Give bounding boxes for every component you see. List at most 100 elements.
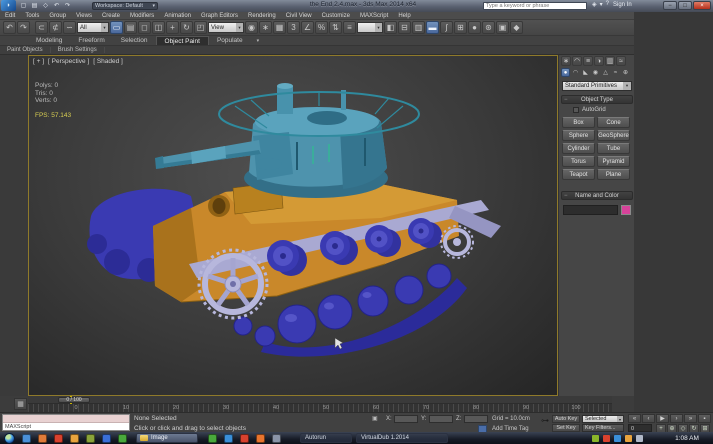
select-and-scale-icon[interactable]: ◰ bbox=[194, 21, 207, 34]
menu-maxscript[interactable]: MAXScript bbox=[355, 13, 393, 19]
key-filters-button[interactable]: Key Filters... bbox=[582, 424, 624, 432]
time-slider-track[interactable]: 0 / 100 bbox=[28, 396, 612, 404]
primitive-type-dropdown[interactable]: Standard Primitives▾ bbox=[562, 81, 632, 91]
plane-button[interactable]: Plane bbox=[597, 169, 630, 180]
help-icon[interactable]: ? bbox=[606, 1, 609, 8]
start-button[interactable] bbox=[4, 433, 15, 444]
ribbon-tab-populate[interactable]: Populate bbox=[209, 36, 251, 45]
application-menu-button[interactable]: ◗ bbox=[1, 0, 16, 11]
ribbon-tab-modeling[interactable]: Modeling bbox=[28, 36, 70, 45]
schematic-view-icon[interactable]: ⊞ bbox=[454, 21, 467, 34]
torus-button[interactable]: Torus bbox=[562, 156, 595, 167]
shapes-category-icon[interactable]: ◠ bbox=[571, 68, 580, 77]
cone-button[interactable]: Cone bbox=[597, 117, 630, 128]
sphere-button[interactable]: Sphere bbox=[562, 130, 595, 141]
menu-tools[interactable]: Tools bbox=[20, 13, 44, 19]
tray-icon[interactable] bbox=[603, 435, 610, 442]
select-and-move-icon[interactable]: + bbox=[166, 21, 179, 34]
use-pivot-center-icon[interactable]: ◉ bbox=[245, 21, 258, 34]
box-button[interactable]: Box bbox=[562, 117, 595, 128]
set-key-button[interactable]: Set Key bbox=[552, 424, 580, 432]
save-file-icon[interactable]: ◇ bbox=[41, 1, 50, 10]
updates-icon[interactable]: ▾ bbox=[600, 1, 603, 8]
taskbar-app-icon[interactable] bbox=[224, 434, 233, 443]
selection-lock-icon[interactable]: ▣ bbox=[372, 415, 381, 423]
workspace-dropdown[interactable]: Workspace: Default▾ bbox=[92, 2, 158, 10]
mirror-icon[interactable]: ◧ bbox=[384, 21, 397, 34]
new-scene-icon[interactable]: ▢ bbox=[19, 1, 28, 10]
reference-coordinate-dropdown[interactable]: View▾ bbox=[208, 22, 244, 33]
select-object-icon[interactable]: ▭ bbox=[110, 21, 123, 34]
menu-help[interactable]: Help bbox=[393, 13, 415, 19]
taskbar-app-icon[interactable] bbox=[22, 434, 31, 443]
redo-icon[interactable]: ↷ bbox=[63, 1, 72, 10]
menu-customize[interactable]: Customize bbox=[317, 13, 355, 19]
lights-category-icon[interactable]: ◣ bbox=[581, 68, 590, 77]
tank-model[interactable] bbox=[29, 56, 557, 395]
next-frame-icon[interactable]: › bbox=[670, 414, 683, 423]
material-editor-icon[interactable]: ● bbox=[468, 21, 481, 34]
object-type-rollout[interactable]: − Object Type bbox=[561, 95, 633, 104]
cameras-category-icon[interactable]: ◉ bbox=[591, 68, 600, 77]
current-frame-field[interactable]: 0 bbox=[628, 424, 652, 432]
taskbar-app-icon[interactable] bbox=[54, 434, 63, 443]
taskbar-app-icon[interactable] bbox=[208, 434, 217, 443]
motion-tab-icon[interactable]: ◑ bbox=[594, 56, 604, 66]
ribbon-minimize-icon[interactable]: ▾ bbox=[251, 36, 266, 45]
time-config-icon[interactable]: ▪ bbox=[698, 414, 711, 423]
macro-recorder-line[interactable] bbox=[3, 415, 129, 423]
snaps-toggle-icon[interactable]: 3 bbox=[287, 21, 300, 34]
viewport-view-menu[interactable]: [ Perspective ] bbox=[48, 58, 89, 65]
menu-modifiers[interactable]: Modifiers bbox=[125, 13, 159, 19]
autogrid-checkbox[interactable] bbox=[573, 107, 579, 113]
open-file-icon[interactable]: ▤ bbox=[30, 1, 39, 10]
taskbar-window-button[interactable]: Autorun bbox=[300, 433, 352, 443]
selection-filter-dropdown[interactable]: All▾ bbox=[77, 22, 109, 33]
taskbar-app-icon[interactable] bbox=[118, 434, 127, 443]
hierarchy-tab-icon[interactable]: ≡ bbox=[583, 56, 593, 66]
display-tab-icon[interactable]: ▥ bbox=[605, 56, 615, 66]
spinner-snap-icon[interactable]: ⇅ bbox=[329, 21, 342, 34]
systems-category-icon[interactable]: ⊕ bbox=[621, 68, 630, 77]
object-color-swatch[interactable] bbox=[621, 205, 631, 215]
menu-group[interactable]: Group bbox=[44, 13, 71, 19]
ribbon-tab-object-paint[interactable]: Object Paint bbox=[156, 36, 209, 45]
undo-icon[interactable]: ↶ bbox=[3, 21, 16, 34]
select-and-rotate-icon[interactable]: ↻ bbox=[180, 21, 193, 34]
spacewarps-category-icon[interactable]: ≈ bbox=[611, 68, 620, 77]
key-mode-dropdown[interactable]: Selected▾ bbox=[582, 415, 624, 423]
ribbon-tab-selection[interactable]: Selection bbox=[113, 36, 156, 45]
time-slider-handle[interactable]: 0 / 100 bbox=[58, 397, 90, 403]
previous-frame-icon[interactable]: ‹ bbox=[642, 414, 655, 423]
taskbar-app-icon[interactable] bbox=[70, 434, 79, 443]
help-search-input[interactable] bbox=[483, 2, 587, 10]
perspective-viewport[interactable]: [ + ] [ Perspective ] [ Shaded ] Polys: … bbox=[28, 55, 558, 396]
taskbar-window-button[interactable]: VirtualDub 1.2014 bbox=[356, 433, 448, 443]
maximize-button[interactable]: □ bbox=[678, 1, 692, 10]
play-animation-icon[interactable]: ▶ bbox=[656, 414, 669, 423]
ribbon-panel-paint-objects[interactable]: Paint Objects bbox=[0, 47, 51, 53]
set-keys-key-icon[interactable]: ⊶ bbox=[541, 416, 549, 425]
tray-icon[interactable] bbox=[614, 435, 621, 442]
taskbar-app-icon[interactable] bbox=[272, 434, 281, 443]
listener-line[interactable]: MAXScript bbox=[3, 423, 129, 431]
unlink-selection-icon[interactable]: ⊄ bbox=[49, 21, 62, 34]
menu-graph-editors[interactable]: Graph Editors bbox=[196, 13, 243, 19]
object-name-field[interactable] bbox=[563, 205, 618, 215]
percent-snap-icon[interactable]: % bbox=[315, 21, 328, 34]
taskbar-app-icon[interactable] bbox=[256, 434, 265, 443]
tube-button[interactable]: Tube bbox=[597, 143, 630, 154]
teapot-button[interactable]: Teapot bbox=[562, 169, 595, 180]
menu-views[interactable]: Views bbox=[71, 13, 97, 19]
geometry-category-icon[interactable]: ● bbox=[561, 68, 570, 77]
rendered-frame-window-icon[interactable]: ▣ bbox=[496, 21, 509, 34]
menu-edit[interactable]: Edit bbox=[0, 13, 20, 19]
taskbar-app-icon[interactable] bbox=[38, 434, 47, 443]
favorites-icon[interactable]: ◈ bbox=[592, 1, 597, 8]
align-icon[interactable]: ⊟ bbox=[398, 21, 411, 34]
viewport-shading-menu[interactable]: [ Shaded ] bbox=[93, 58, 123, 65]
curve-editor-icon[interactable]: ∫ bbox=[440, 21, 453, 34]
cylinder-button[interactable]: Cylinder bbox=[562, 143, 595, 154]
close-button[interactable]: × bbox=[693, 1, 711, 10]
menu-rendering[interactable]: Rendering bbox=[243, 13, 281, 19]
